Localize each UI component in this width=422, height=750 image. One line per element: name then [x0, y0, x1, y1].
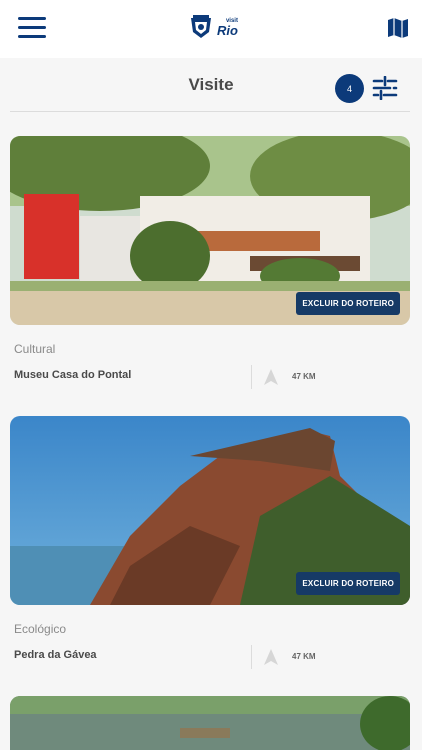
- place-name[interactable]: Pedra da Gávea: [14, 649, 97, 661]
- filter-sliders-icon[interactable]: [372, 75, 398, 101]
- info-separator: [251, 645, 252, 669]
- place-card[interactable]: EXCLUIR DO ROTEIRO Cultural Museu Casa d…: [10, 136, 410, 389]
- visit-rio-logo: visit Rio: [188, 14, 238, 40]
- rio-crest-icon: [191, 15, 211, 38]
- place-photo[interactable]: EXCLUIR DO ROTEIRO: [10, 136, 410, 325]
- hamburger-menu-icon[interactable]: [18, 17, 46, 39]
- place-photo[interactable]: [10, 696, 410, 750]
- place-card[interactable]: EXCLUIR DO ROTEIRO Ecológico Pedra da Gá…: [10, 416, 410, 669]
- info-separator: [251, 365, 252, 389]
- selected-count-badge[interactable]: 4: [335, 74, 364, 103]
- logo-rio-text: Rio: [217, 22, 238, 38]
- place-distance: 47 KM: [292, 652, 316, 661]
- remove-from-itinerary-button[interactable]: EXCLUIR DO ROTEIRO: [296, 572, 400, 595]
- remove-from-itinerary-button[interactable]: EXCLUIR DO ROTEIRO: [296, 292, 400, 315]
- place-category: Cultural: [14, 342, 56, 356]
- map-icon[interactable]: [386, 16, 410, 40]
- place-card[interactable]: [10, 696, 410, 750]
- header-divider: [10, 111, 410, 112]
- navigation-arrow-icon[interactable]: [263, 368, 279, 386]
- place-category: Ecológico: [14, 622, 67, 636]
- place-distance: 47 KM: [292, 372, 316, 381]
- navigation-arrow-icon[interactable]: [263, 648, 279, 666]
- place-photo[interactable]: EXCLUIR DO ROTEIRO: [10, 416, 410, 605]
- top-bar: visit Rio: [0, 0, 422, 58]
- place-name[interactable]: Museu Casa do Pontal: [14, 369, 131, 381]
